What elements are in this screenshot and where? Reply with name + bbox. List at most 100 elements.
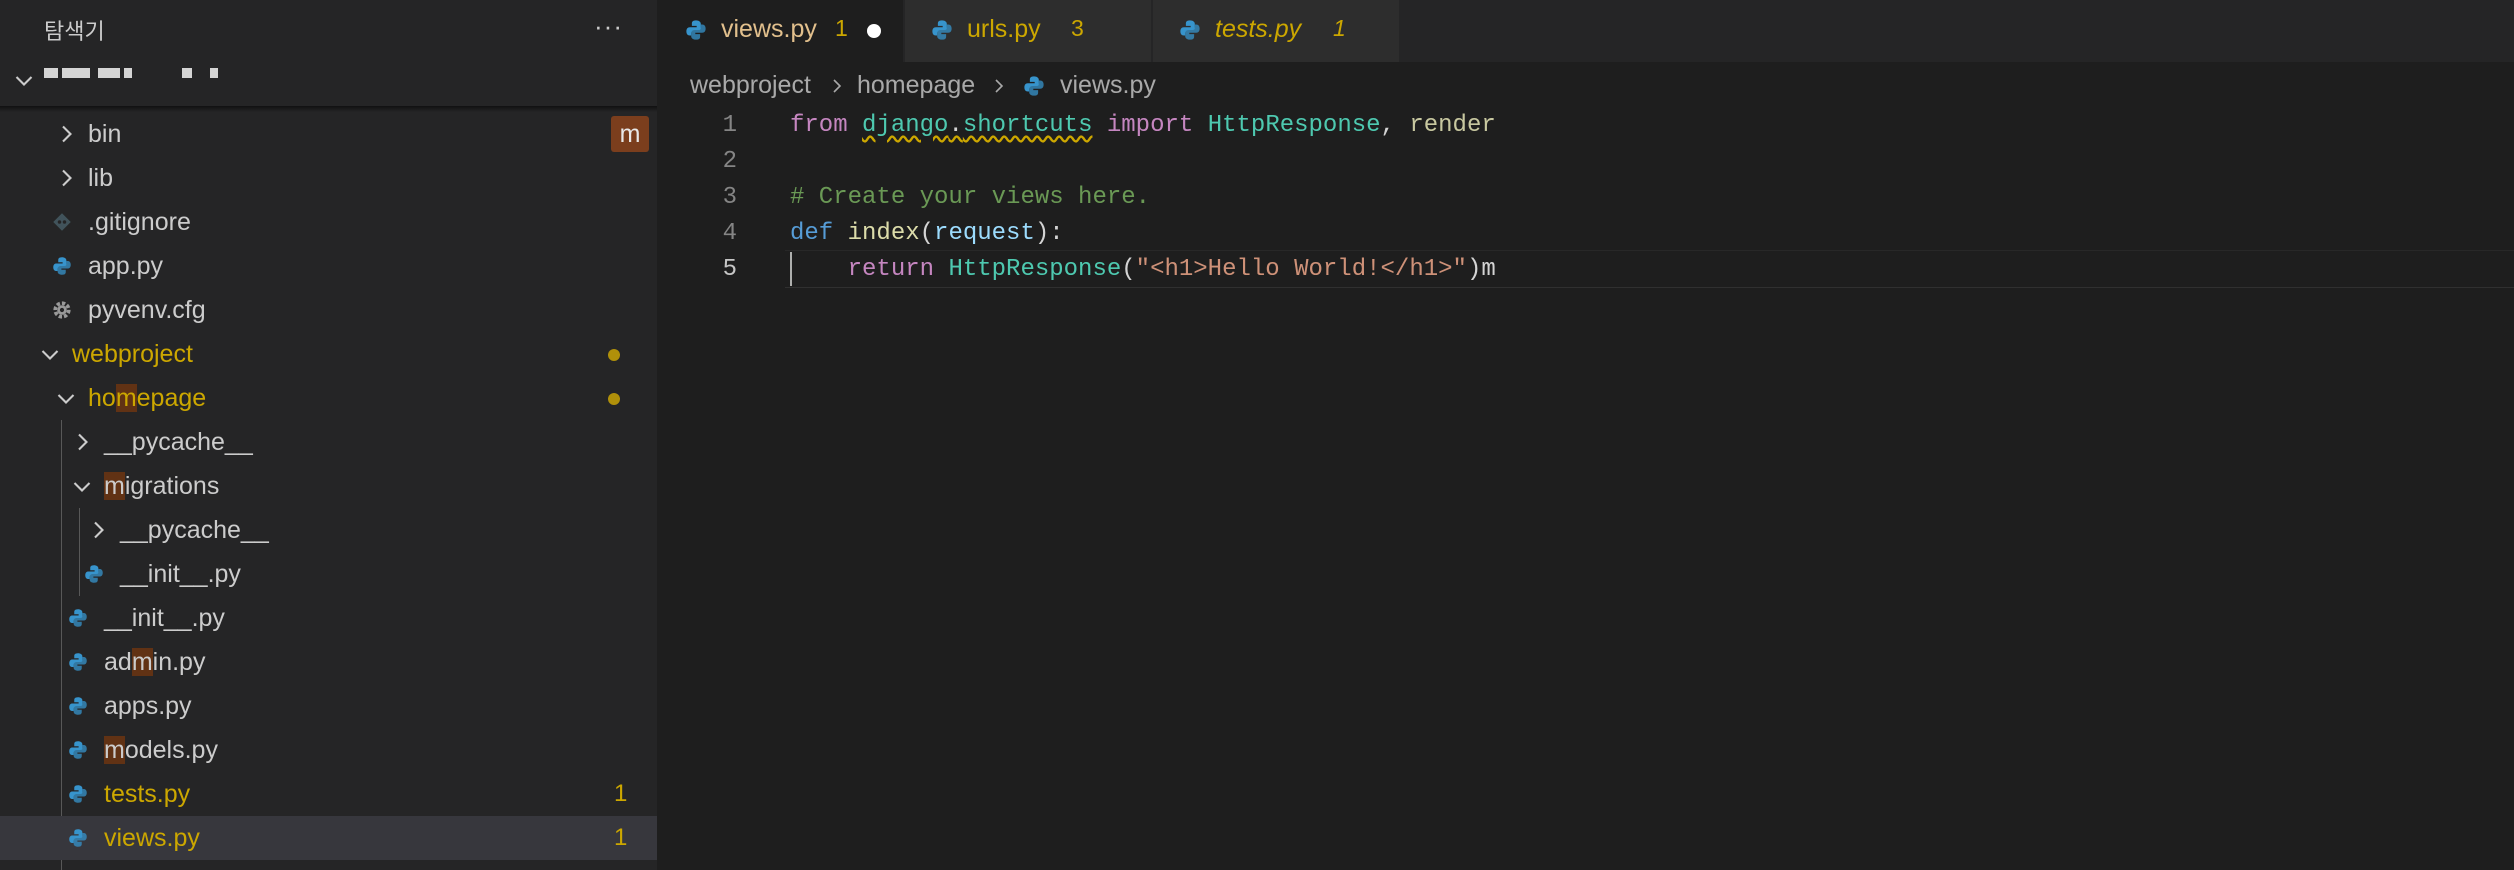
tree-item-admin-py[interactable]: admin.py	[0, 640, 657, 684]
tree-item-lib[interactable]: lib	[0, 156, 657, 200]
chevron-right-icon	[995, 79, 1004, 93]
code-token: HttpResponse	[948, 256, 1122, 283]
python-icon	[69, 829, 87, 847]
tree-item-gitignore[interactable]: .gitignore	[0, 200, 657, 244]
tree-item-migrations[interactable]: migrations	[0, 464, 657, 508]
tree-item-label: views.py	[104, 824, 200, 852]
line-number: 5	[722, 256, 737, 283]
tab-tests-py[interactable]: tests.py 1	[1153, 0, 1400, 62]
tree-item-tests-py[interactable]: tests.py 1	[0, 772, 657, 816]
breadcrumb-item[interactable]: homepage	[857, 71, 975, 100]
python-icon	[1024, 76, 1044, 96]
modified-dot-icon	[608, 349, 620, 361]
code-line[interactable]: def index(request):	[790, 216, 1064, 252]
tree-item-label: migrations	[104, 472, 219, 500]
tree-item-label: apps.py	[104, 692, 192, 720]
tab-problem-count: 1	[835, 15, 848, 41]
problem-count-badge: 1	[614, 780, 628, 807]
tab-urls-py[interactable]: urls.py 3	[905, 0, 1152, 62]
tree-item-migrations-pycache[interactable]: __pycache__	[0, 508, 657, 552]
chevron-down-icon	[41, 350, 59, 360]
chevron-right-icon	[62, 169, 72, 187]
code-line[interactable]: return HttpResponse("<h1>Hello World!</h…	[790, 252, 1496, 288]
code-token: render	[1409, 112, 1496, 139]
tree-item-label: homepage	[88, 384, 206, 412]
tree-item-app-py[interactable]: app.py	[0, 244, 657, 288]
tree-item-homepage[interactable]: homepage	[0, 376, 657, 420]
editor-area: views.py 1 urls.py 3 tests.py 1 webproje…	[657, 0, 2514, 870]
tree-item-label: __pycache__	[120, 516, 269, 544]
search-highlight: m	[104, 472, 125, 500]
python-icon	[69, 785, 87, 803]
tab-label: tests.py	[1215, 15, 1302, 43]
tree-item-label: pyvenv.cfg	[88, 296, 206, 324]
redacted-workspace-name	[182, 68, 192, 78]
line-number: 4	[722, 220, 737, 247]
python-icon	[85, 565, 103, 583]
tree-item-label: __init__.py	[104, 604, 225, 632]
python-icon	[69, 653, 87, 671]
modified-dot-icon	[608, 393, 620, 405]
tree-item-bin[interactable]: bin m	[0, 112, 657, 156]
code-line[interactable]: from django.shortcuts import HttpRespons…	[790, 108, 1496, 144]
tree-item-pycache[interactable]: __pycache__	[0, 420, 657, 464]
text-cursor	[790, 252, 792, 286]
breadcrumb-item[interactable]: webproject	[690, 71, 811, 100]
code-token: HttpResponse	[1207, 112, 1381, 139]
tree-item-label: admin.py	[104, 648, 205, 676]
label-part: in.py	[152, 648, 206, 676]
tree-item-init-py[interactable]: __init__.py	[0, 596, 657, 640]
chevron-right-icon	[833, 79, 842, 93]
redacted-workspace-name	[44, 68, 58, 78]
code-token: request	[934, 220, 1035, 247]
explorer-title: 탐색기	[44, 19, 105, 44]
python-icon	[686, 20, 706, 40]
chevron-down-icon	[15, 76, 33, 86]
tab-label: views.py	[721, 15, 817, 43]
tree-item-pyvenv-cfg[interactable]: pyvenv.cfg	[0, 288, 657, 332]
chevron-right-icon	[62, 125, 72, 143]
tree-item-label: models.py	[104, 736, 218, 764]
code-token: ,	[1380, 112, 1395, 139]
chevron-down-icon	[57, 394, 75, 404]
redacted-workspace-name	[124, 68, 132, 78]
code-token: ):	[1034, 220, 1064, 247]
tree-item-label: __pycache__	[104, 428, 253, 456]
tree-item-models-py[interactable]: models.py	[0, 728, 657, 772]
tree-item-label: tests.py	[104, 780, 191, 808]
breadcrumb-item[interactable]: views.py	[1060, 71, 1156, 100]
tree-item-label: bin	[88, 120, 122, 148]
python-icon	[53, 257, 71, 275]
tree-item-migrations-init-py[interactable]: __init__.py	[0, 552, 657, 596]
code-token: (	[1121, 256, 1136, 283]
gear-icon	[53, 301, 71, 319]
unsaved-dot-icon[interactable]	[867, 24, 881, 38]
more-actions-icon[interactable]: ···	[594, 13, 623, 39]
python-icon	[69, 741, 87, 759]
label-part: odels.py	[124, 736, 218, 764]
tree-item-label: app.py	[88, 252, 164, 280]
redacted-workspace-name	[98, 68, 120, 78]
tab-problem-count: 1	[1333, 15, 1346, 41]
tree-item-views-py[interactable]: views.py 1	[0, 816, 657, 860]
label-part: igrations	[124, 472, 220, 500]
problem-count-badge: 1	[614, 824, 628, 851]
code-token: .	[948, 112, 963, 139]
chevron-right-icon	[78, 433, 88, 451]
code-line[interactable]: # Create your views here.	[790, 180, 1150, 216]
code-token: )m	[1466, 256, 1496, 283]
tree-item-webproject[interactable]: webproject	[0, 332, 657, 376]
explorer-header: 탐색기 ···	[0, 0, 657, 56]
code-token: from	[790, 112, 848, 139]
code-token: "<h1>Hello World!</h1>"	[1135, 256, 1467, 283]
tree-item-label: .gitignore	[88, 208, 191, 236]
tree-item-label: webproject	[72, 340, 193, 368]
label-part: ad	[104, 648, 132, 676]
tab-label: urls.py	[967, 15, 1041, 43]
tree-item-label: lib	[88, 164, 114, 192]
search-highlight: m	[115, 384, 137, 412]
tab-views-py[interactable]: views.py 1	[657, 0, 904, 62]
python-icon	[69, 609, 87, 627]
tree-item-apps-py[interactable]: apps.py	[0, 684, 657, 728]
redacted-workspace-name	[62, 68, 90, 78]
